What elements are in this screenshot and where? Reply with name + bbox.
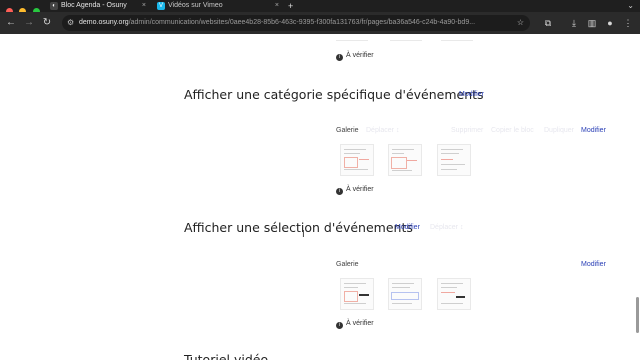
info-icon: i [336, 188, 343, 195]
forward-icon[interactable]: → [22, 16, 36, 30]
text-cursor-icon: I [302, 229, 305, 240]
delete-block-link[interactable]: Supprimer [451, 127, 483, 134]
edit-selection-block-link[interactable]: Modifier [395, 224, 420, 231]
page-content: iÀ vérifier Afficher une catégorie spéci… [0, 34, 640, 360]
tab-title: Bloc Agenda - Osuny [61, 2, 127, 9]
star-icon[interactable]: ☆ [517, 15, 524, 31]
verify-label: À vérifier [346, 320, 374, 327]
url-path: /admin/communication/websites/0aee4b28-8… [128, 19, 476, 26]
site-info-tune-icon[interactable]: ⚙ [67, 17, 74, 29]
tab-videos-vimeo[interactable]: V Vidéos sur Vimeo × [155, 0, 283, 12]
address-bar[interactable]: ⚙ demo.osuny.org/admin/communication/web… [62, 15, 530, 31]
gallery-thumbnail[interactable] [437, 278, 471, 310]
info-icon: i [336, 54, 343, 61]
section-title-selection: Afficher une sélection d'événements [184, 220, 413, 235]
close-tab-icon[interactable]: × [275, 0, 279, 12]
osuny-favicon-icon: ◐ [50, 2, 58, 10]
downloads-icon[interactable]: ⤓ [568, 17, 580, 29]
tab-title: Vidéos sur Vimeo [168, 2, 223, 9]
info-icon: i [336, 322, 343, 329]
verify-status: iÀ vérifier [336, 186, 374, 195]
gallery-thumbnail[interactable] [340, 278, 374, 310]
close-tab-icon[interactable]: × [142, 0, 146, 12]
url-text: demo.osuny.org/admin/communication/websi… [79, 15, 509, 31]
edit-gallery-link[interactable]: Modifier [581, 261, 606, 268]
gallery-thumbnail[interactable] [437, 144, 471, 176]
tab-search-chevron-icon[interactable]: ⌄ [627, 0, 634, 12]
tab-strip: ◐ Bloc Agenda - Osuny × V Vidéos sur Vim… [0, 0, 640, 15]
section-title-tutorial: Tutoriel vidéo [184, 352, 269, 360]
move-block-link[interactable]: Déplacer ↕ [366, 127, 399, 134]
thumb-edge [336, 40, 368, 41]
edit-category-block-link[interactable]: Modifier [459, 91, 484, 98]
profile-icon[interactable]: ● [604, 17, 616, 29]
page-scrollbar[interactable] [636, 297, 639, 333]
gallery-thumbnail[interactable] [340, 144, 374, 176]
verify-label: À vérifier [346, 186, 374, 193]
edit-gallery-link[interactable]: Modifier [581, 127, 606, 134]
gallery-label: Galerie [336, 127, 359, 134]
verify-label: À vérifier [346, 52, 374, 59]
browser-toolbar: ← → ↻ ⚙ demo.osuny.org/admin/communicati… [0, 12, 640, 34]
vimeo-favicon-icon: V [157, 2, 165, 10]
gallery-thumbnail[interactable] [388, 278, 422, 310]
sidepanel-icon[interactable]: ▥ [586, 17, 598, 29]
new-tab-icon[interactable]: + [288, 0, 293, 12]
gallery-thumbnail[interactable] [388, 144, 422, 176]
extensions-icon[interactable]: ⧉ [542, 17, 554, 29]
tab-bloc-agenda[interactable]: ◐ Bloc Agenda - Osuny × [48, 0, 150, 12]
move-block-link[interactable]: Déplacer ↕ [430, 224, 463, 231]
gallery-label: Galerie [336, 261, 359, 268]
verify-status: iÀ vérifier [336, 320, 374, 329]
duplicate-block-link[interactable]: Dupliquer [544, 127, 574, 134]
copy-block-link[interactable]: Copier le bloc [491, 127, 534, 134]
thumb-edge [390, 40, 422, 41]
verify-status: iÀ vérifier [336, 52, 374, 61]
url-host: demo.osuny.org [79, 19, 129, 26]
back-icon[interactable]: ← [4, 16, 18, 30]
menu-icon[interactable]: ⋮ [622, 17, 634, 29]
thumb-edge [441, 40, 473, 41]
section-title-category: Afficher une catégorie spécifique d'évén… [184, 87, 484, 102]
reload-icon[interactable]: ↻ [40, 16, 54, 30]
